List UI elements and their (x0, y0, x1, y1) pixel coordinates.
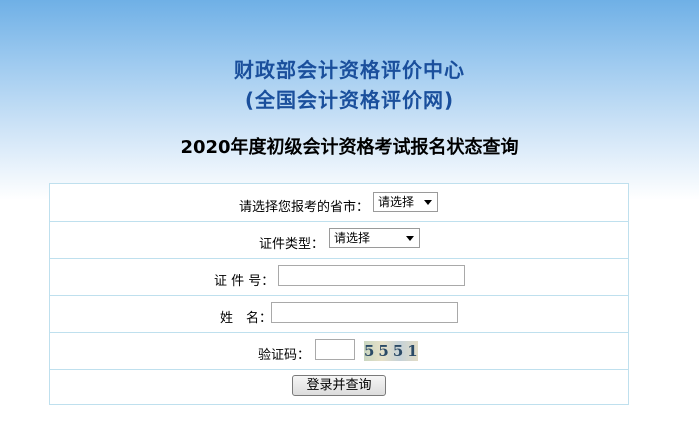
org-name: 财政部会计资格评价中心 (234, 58, 465, 82)
province-select-value: 请选择 (378, 195, 415, 209)
name-field[interactable] (271, 302, 458, 323)
province-label: 请选择您报考的省市： (239, 200, 370, 215)
captcha-label: 验证码： (258, 348, 311, 363)
chevron-down-icon (424, 200, 432, 205)
login-query-button[interactable]: 登录并查询 (292, 375, 386, 396)
id-type-select-value: 请选择 (334, 231, 371, 245)
query-form (49, 183, 629, 405)
id-type-select[interactable]: 请选择 (329, 228, 420, 248)
page-title: 2020年度初级会计资格考试报名状态查询 (180, 137, 519, 158)
chevron-down-icon (406, 236, 414, 241)
captcha-field[interactable] (315, 339, 355, 360)
id-type-label: 证件类型： (259, 237, 325, 252)
name-label: 姓 名： (220, 311, 273, 326)
captcha-image[interactable]: 5551 (364, 341, 418, 361)
id-number-field[interactable] (278, 265, 465, 286)
id-number-label: 证 件 号： (214, 274, 275, 289)
province-select[interactable]: 请选择 (373, 192, 438, 212)
org-subtitle: (全国会计资格评价网) (244, 88, 455, 112)
